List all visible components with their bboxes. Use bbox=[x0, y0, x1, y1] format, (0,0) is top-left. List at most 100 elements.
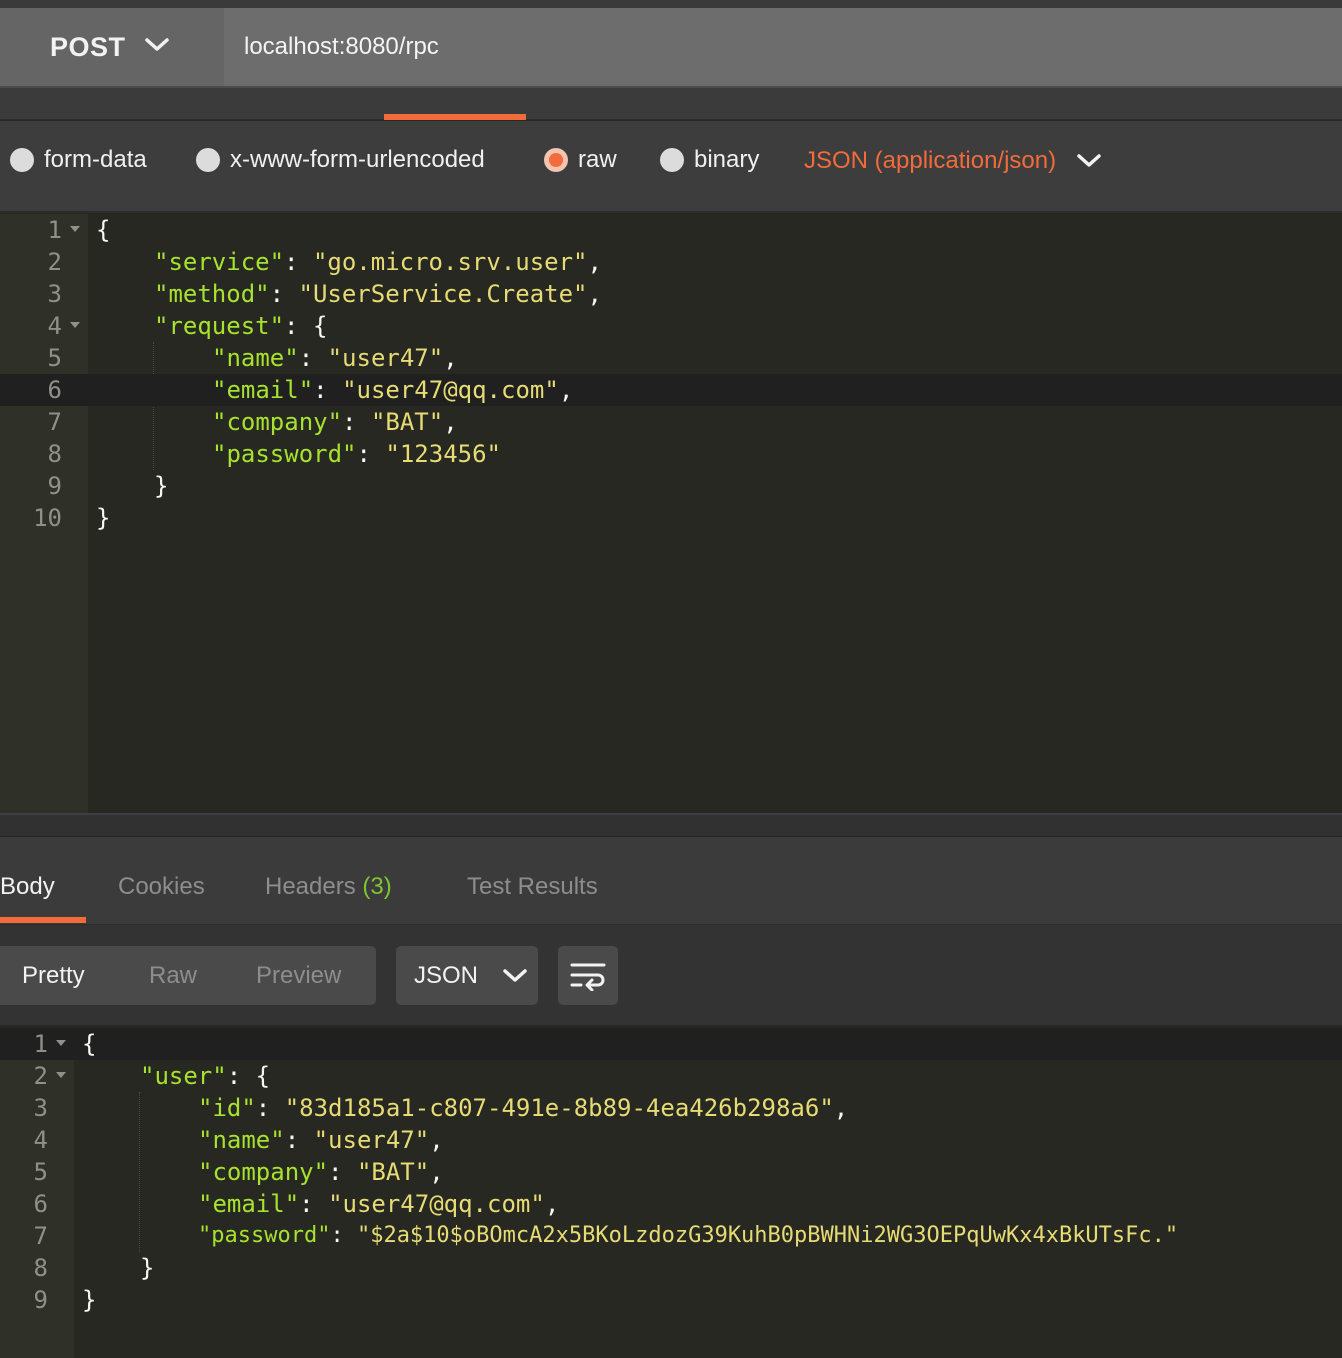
radio-raw[interactable]: raw bbox=[544, 146, 617, 174]
code-text: { bbox=[82, 1030, 97, 1058]
code-line: 3 "method": "UserService.Create", bbox=[0, 278, 1342, 310]
code-text: "name": "user47", bbox=[198, 1126, 444, 1154]
format-select[interactable]: JSON bbox=[396, 946, 538, 1005]
radio-button[interactable] bbox=[10, 148, 34, 172]
code-line: 7 "company": "BAT", bbox=[0, 406, 1342, 438]
method-label: POST bbox=[50, 31, 126, 62]
view-mode-group: Pretty Raw Preview bbox=[0, 946, 376, 1005]
radio-button[interactable] bbox=[196, 148, 220, 172]
view-pretty-button[interactable]: Pretty bbox=[22, 962, 85, 990]
code-line: 10 } bbox=[0, 502, 1342, 534]
code-line-active: 1 { bbox=[0, 1028, 1342, 1060]
line-number: 7 bbox=[47, 408, 62, 436]
view-preview-button[interactable]: Preview bbox=[256, 962, 341, 990]
line-number: 2 bbox=[33, 1062, 48, 1090]
code-line: 2 "user": { bbox=[0, 1060, 1342, 1092]
tab-cookies[interactable]: Cookies bbox=[118, 873, 205, 901]
fold-arrow-icon[interactable] bbox=[70, 322, 80, 328]
line-number: 5 bbox=[33, 1158, 48, 1186]
url-text: localhost:8080/rpc bbox=[244, 33, 439, 60]
line-number: 3 bbox=[47, 280, 62, 308]
code-text: "request": { bbox=[154, 312, 328, 340]
code-line: 5 "company": "BAT", bbox=[0, 1156, 1342, 1188]
content-type-label: JSON (application/json) bbox=[804, 147, 1057, 174]
code-text: "password": "123456" bbox=[212, 440, 501, 468]
tab-headers-label: Headers bbox=[265, 873, 356, 900]
radio-button-selected[interactable] bbox=[544, 148, 568, 172]
code-line: 3 "id": "83d185a1-c807-491e-8b89-4ea426b… bbox=[0, 1092, 1342, 1124]
content-type-select[interactable]: JSON (application/json) bbox=[804, 147, 1102, 175]
chevron-down-icon bbox=[144, 38, 169, 51]
fold-arrow-icon[interactable] bbox=[70, 226, 80, 232]
method-select[interactable]: POST bbox=[0, 8, 222, 86]
line-number: 6 bbox=[33, 1190, 48, 1218]
code-text: "service": "go.micro.srv.user", bbox=[154, 248, 602, 276]
request-body-editor[interactable]: 1 { 2 "service": "go.micro.srv.user", 3 … bbox=[0, 214, 1342, 813]
code-line: 9 } bbox=[0, 470, 1342, 502]
radio-label: binary bbox=[694, 146, 760, 173]
wrap-text-icon bbox=[570, 963, 606, 991]
line-number: 3 bbox=[33, 1094, 48, 1122]
response-tabs: Body Cookies Headers (3) Test Results bbox=[0, 837, 1342, 925]
line-number: 1 bbox=[33, 1030, 48, 1058]
code-line: 8 "password": "123456" bbox=[0, 438, 1342, 470]
line-number: 5 bbox=[47, 344, 62, 372]
fold-arrow-icon[interactable] bbox=[56, 1040, 66, 1046]
code-text: } bbox=[82, 1286, 97, 1314]
code-line: 4 "name": "user47", bbox=[0, 1124, 1342, 1156]
code-line: 5 "name": "user47", bbox=[0, 342, 1342, 374]
line-number: 4 bbox=[33, 1126, 48, 1154]
active-tab-indicator bbox=[384, 114, 526, 120]
radio-label: form-data bbox=[44, 146, 147, 173]
window-top-strip bbox=[0, 0, 1342, 8]
line-number: 2 bbox=[47, 248, 62, 276]
view-raw-button[interactable]: Raw bbox=[149, 962, 197, 990]
tab-headers[interactable]: Headers (3) bbox=[265, 873, 392, 901]
chevron-down-icon bbox=[503, 968, 527, 982]
code-line: 2 "service": "go.micro.srv.user", bbox=[0, 246, 1342, 278]
line-number: 8 bbox=[33, 1254, 48, 1282]
code-line: 9 } bbox=[0, 1284, 1342, 1316]
pane-divider[interactable] bbox=[0, 813, 1342, 837]
format-label: JSON bbox=[414, 961, 479, 989]
request-bar: POST localhost:8080/rpc bbox=[0, 8, 1342, 88]
line-number: 8 bbox=[47, 440, 62, 468]
radio-binary[interactable]: binary bbox=[660, 146, 759, 174]
active-tab-indicator bbox=[0, 917, 86, 923]
line-number: 9 bbox=[47, 472, 62, 500]
url-input[interactable]: localhost:8080/rpc bbox=[224, 8, 1342, 86]
line-number: 6 bbox=[47, 376, 62, 404]
headers-count-badge: (3) bbox=[362, 873, 392, 900]
chevron-down-icon bbox=[1077, 154, 1101, 167]
response-toolbar: Pretty Raw Preview JSON bbox=[0, 925, 1342, 1027]
tab-test-results[interactable]: Test Results bbox=[467, 873, 598, 901]
code-text: "email": "user47@qq.com", bbox=[212, 376, 574, 404]
line-number: 9 bbox=[33, 1286, 48, 1314]
code-text: "user": { bbox=[140, 1062, 271, 1090]
wrap-lines-button[interactable] bbox=[558, 946, 618, 1005]
code-line: 8 } bbox=[0, 1252, 1342, 1284]
code-text: "id": "83d185a1-c807-491e-8b89-4ea426b29… bbox=[198, 1094, 849, 1122]
code-line: 1 { bbox=[0, 214, 1342, 246]
response-body-viewer[interactable]: 1 { 2 "user": { 3 "id": "83d185a1-c807-4… bbox=[0, 1028, 1342, 1358]
radio-button[interactable] bbox=[660, 148, 684, 172]
code-line: 6 "email": "user47@qq.com", bbox=[0, 1188, 1342, 1220]
radio-label: raw bbox=[578, 146, 617, 173]
code-text: } bbox=[96, 504, 111, 532]
code-line: 4 "request": { bbox=[0, 310, 1342, 342]
code-text: "company": "BAT", bbox=[212, 408, 458, 436]
tab-body[interactable]: Body bbox=[0, 873, 55, 901]
radio-label: x-www-form-urlencoded bbox=[230, 146, 485, 173]
fold-arrow-icon[interactable] bbox=[56, 1072, 66, 1078]
code-text: "name": "user47", bbox=[212, 344, 458, 372]
radio-x-www-form-urlencoded[interactable]: x-www-form-urlencoded bbox=[196, 146, 485, 174]
line-number: 4 bbox=[47, 312, 62, 340]
request-tabs-strip bbox=[0, 88, 1342, 120]
radio-form-data[interactable]: form-data bbox=[10, 146, 147, 174]
body-type-selector: form-data x-www-form-urlencoded raw bina… bbox=[0, 121, 1342, 213]
code-line-active: 6 "email": "user47@qq.com", bbox=[0, 374, 1342, 406]
code-line: 7 "password": "$2a$10$oBOmcA2x5BKoLzdozG… bbox=[0, 1220, 1342, 1252]
code-text: "password": "$2a$10$oBOmcA2x5BKoLzdozG39… bbox=[198, 1223, 1179, 1248]
line-number: 1 bbox=[47, 216, 62, 244]
code-text: "email": "user47@qq.com", bbox=[198, 1190, 560, 1218]
